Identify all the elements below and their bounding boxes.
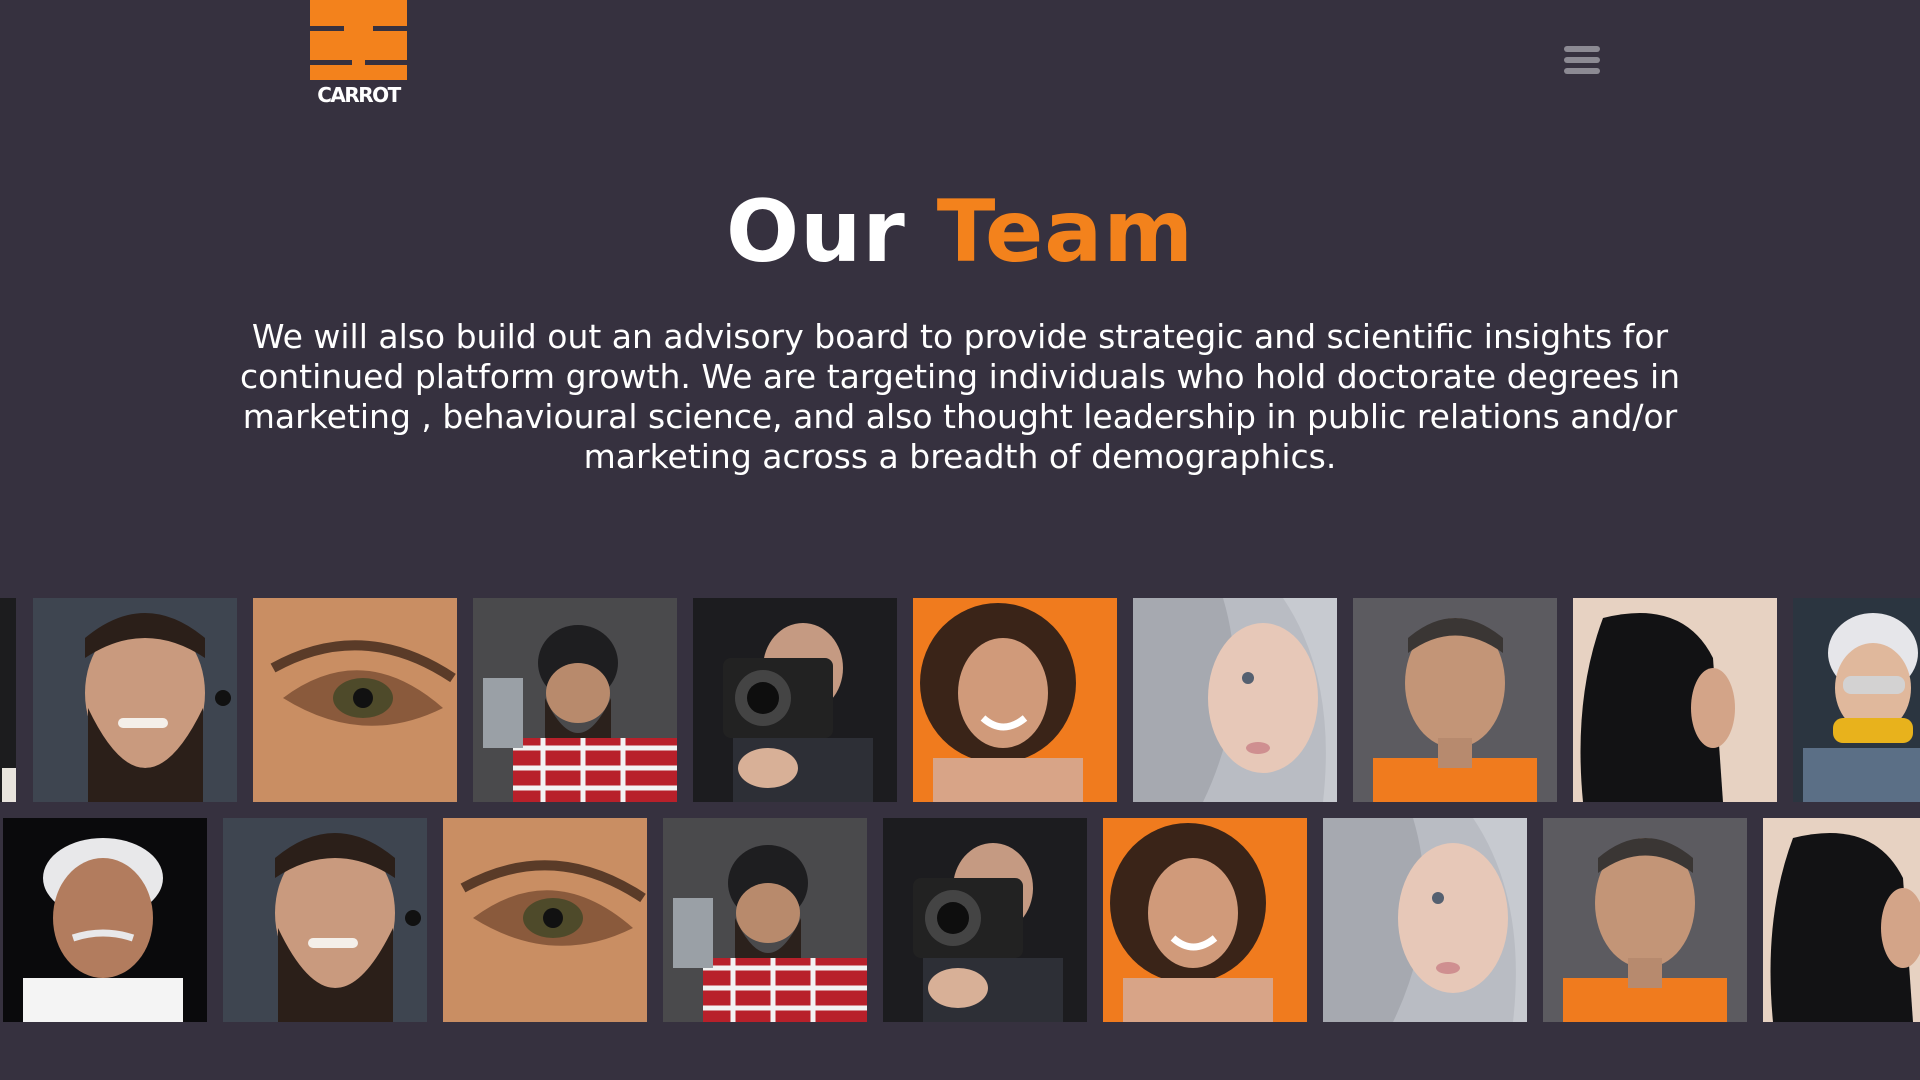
portrait-woman-hijab-profile: [1763, 818, 1920, 1022]
photo-strip-top: [0, 598, 1920, 802]
portrait-silver-hair-woman: [1133, 598, 1337, 802]
team-description: We will also build out an advisory board…: [239, 317, 1681, 476]
portrait-elderly-man-white-hair: [3, 818, 207, 1022]
photo-strip-bottom: [0, 818, 1920, 1022]
portrait-photographer-camera: [693, 598, 897, 802]
title-word-team: Team: [936, 182, 1194, 282]
portrait-curly-hair-woman-orange: [913, 598, 1117, 802]
portrait-bearded-man-smiling: [33, 598, 237, 802]
portrait-man-beanie-axe: [663, 818, 867, 1022]
title-word-our: Our: [726, 182, 906, 282]
logo-mark-icon: [310, 0, 407, 80]
portrait-man-orange-shirt: [1543, 818, 1747, 1022]
portrait-photographer-camera: [883, 818, 1087, 1022]
team-page: CARROT Our Team We will also build out a…: [0, 0, 1920, 1080]
carrot-logo[interactable]: CARROT: [310, 0, 407, 107]
portrait-tile-edge: [0, 598, 16, 802]
page-title: Our Team: [0, 182, 1920, 282]
portrait-eye-closeup: [253, 598, 457, 802]
portrait-silver-hair-woman: [1323, 818, 1527, 1022]
portrait-man-orange-shirt: [1353, 598, 1557, 802]
portrait-bearded-man-smiling: [223, 818, 427, 1022]
logo-text: CARROT: [317, 83, 401, 107]
portrait-woman-hijab-profile: [1573, 598, 1777, 802]
portrait-man-beanie-axe: [473, 598, 677, 802]
portrait-curly-hair-woman-orange: [1103, 818, 1307, 1022]
portrait-eye-closeup: [443, 818, 647, 1022]
portrait-worker-safety-glasses: [1793, 598, 1920, 802]
hamburger-menu-icon[interactable]: [1562, 42, 1602, 78]
